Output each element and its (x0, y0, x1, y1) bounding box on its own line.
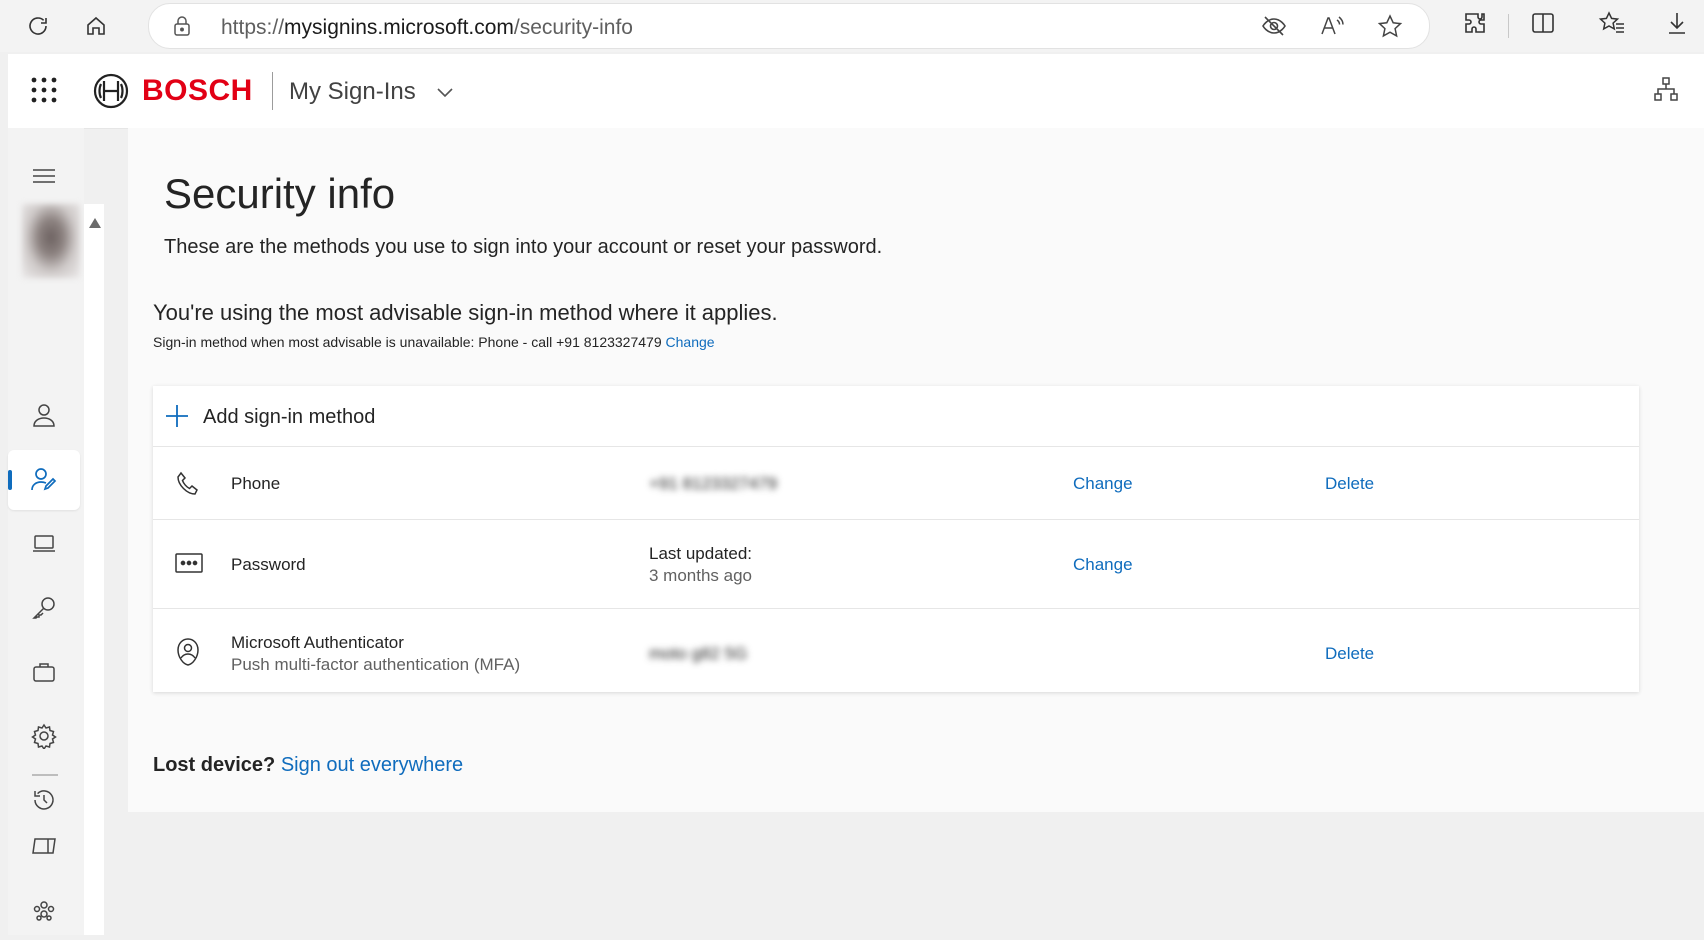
address-bar[interactable]: https://mysignins.microsoft.com/security… (148, 3, 1430, 49)
sidebar-scrollbar[interactable] (84, 204, 104, 935)
sidebar-item-security-info[interactable] (8, 450, 80, 510)
split-screen-icon[interactable] (1530, 10, 1556, 41)
active-indicator (8, 470, 12, 490)
method-name: Microsoft Authenticator (231, 633, 404, 652)
laptop-icon (33, 535, 55, 552)
lock-icon[interactable] (173, 15, 191, 42)
method-detail: Last updated: (649, 544, 753, 563)
sign-out-everywhere-link[interactable]: Sign out everywhere (281, 754, 463, 776)
fallback-change-link[interactable]: Change (666, 334, 715, 350)
method-detail: moto g82 5G (649, 644, 748, 663)
sidebar-item-organizations[interactable] (8, 642, 80, 702)
person-icon (33, 404, 55, 427)
sidebar-item-settings[interactable] (8, 706, 80, 766)
method-detail: +91 8123327479 (649, 474, 778, 493)
person-edit-icon (31, 468, 57, 491)
key-icon (32, 597, 55, 619)
method-name: Password (231, 555, 306, 574)
apps-icon (32, 838, 56, 854)
sidebar-item-password[interactable] (8, 578, 80, 638)
browser-toolbar: https://mysignins.microsoft.com/security… (0, 0, 1704, 52)
organization-icon[interactable] (1653, 76, 1679, 107)
method-subtitle: Push multi-factor authentication (MFA) (231, 655, 521, 674)
sidebar (8, 128, 84, 935)
phone-icon (175, 471, 199, 502)
method-name: Phone (231, 474, 281, 493)
app-title[interactable]: My Sign-Ins (289, 78, 416, 106)
header-divider (272, 72, 273, 110)
change-button[interactable]: Change (1073, 474, 1133, 494)
app-launcher-icon[interactable] (30, 76, 58, 109)
read-aloud-icon[interactable] (1319, 14, 1345, 43)
gear-icon (31, 723, 57, 749)
scroll-up-arrow-icon[interactable] (89, 218, 101, 228)
home-icon[interactable] (78, 8, 114, 44)
tracking-prevention-icon[interactable] (1261, 14, 1287, 43)
methods-list: Add sign-in method Phone +91 8123327479 … (153, 386, 1639, 692)
add-method-button[interactable]: Add sign-in method (153, 386, 1639, 447)
refresh-icon[interactable] (20, 8, 56, 44)
password-icon (175, 552, 203, 579)
method-row-phone: Phone +91 8123327479 Change Delete (153, 447, 1639, 520)
avatar[interactable] (22, 204, 80, 278)
sidebar-item-groups[interactable] (8, 880, 80, 940)
page-title: Security info (164, 170, 396, 217)
sidebar-item-devices[interactable] (8, 514, 80, 574)
page-description: These are the methods you use to sign in… (164, 236, 883, 258)
method-row-authenticator: Microsoft Authenticator Push multi-facto… (153, 609, 1639, 692)
brand-name: BOSCH (142, 74, 253, 107)
sidebar-item-overview[interactable] (8, 386, 80, 446)
app-header: BOSCH My Sign-Ins (8, 54, 1704, 129)
authenticator-icon (175, 637, 201, 672)
advisable-method-text: You're using the most advisable sign-in … (153, 300, 778, 325)
briefcase-icon (33, 663, 55, 682)
toolbar-divider (1508, 14, 1509, 38)
delete-button[interactable]: Delete (1325, 474, 1374, 494)
add-method-label: Add sign-in method (203, 406, 376, 428)
delete-button[interactable]: Delete (1325, 644, 1374, 664)
fallback-method-text: Sign-in method when most advisable is un… (153, 334, 715, 350)
url-text[interactable]: https://mysignins.microsoft.com/security… (221, 16, 633, 40)
chevron-down-icon[interactable] (436, 86, 454, 104)
lost-device-label: Lost device? (153, 754, 276, 776)
sidebar-menu-toggle[interactable] (8, 146, 80, 206)
favorites-icon[interactable] (1598, 10, 1626, 41)
method-detail-sub: 3 months ago (649, 566, 753, 585)
extensions-icon[interactable] (1462, 10, 1488, 41)
history-icon (34, 790, 54, 810)
sidebar-item-apps[interactable] (8, 816, 80, 876)
method-row-password: Password Last updated: 3 months ago Chan… (153, 520, 1639, 609)
sidebar-divider (32, 774, 58, 776)
download-icon[interactable] (1664, 10, 1690, 41)
change-button[interactable]: Change (1073, 555, 1133, 575)
favorite-icon[interactable] (1377, 14, 1403, 43)
bosch-logo-icon (92, 72, 130, 115)
add-icon (165, 404, 189, 433)
lost-device-section: Lost device? Sign out everywhere (153, 754, 463, 777)
groups-icon (33, 901, 55, 921)
fallback-method-label: Sign-in method when most advisable is un… (153, 334, 662, 350)
main-content: Security info These are the methods you … (128, 128, 1704, 812)
